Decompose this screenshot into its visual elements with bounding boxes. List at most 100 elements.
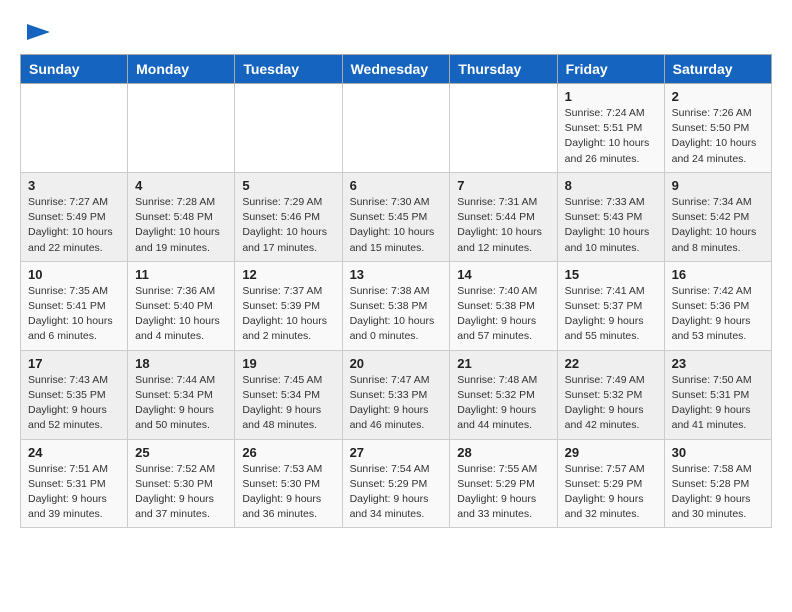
day-info: Sunrise: 7:24 AM Sunset: 5:51 PM Dayligh… xyxy=(565,107,650,165)
day-info: Sunrise: 7:28 AM Sunset: 5:48 PM Dayligh… xyxy=(135,196,220,254)
day-info: Sunrise: 7:29 AM Sunset: 5:46 PM Dayligh… xyxy=(242,196,327,254)
calendar-cell: 20 Sunrise: 7:47 AM Sunset: 5:33 PM Dayli… xyxy=(342,350,450,439)
day-info: Sunrise: 7:57 AM Sunset: 5:29 PM Dayligh… xyxy=(565,463,645,521)
day-info: Sunrise: 7:27 AM Sunset: 5:49 PM Dayligh… xyxy=(28,196,113,254)
day-number: 17 xyxy=(28,356,120,371)
calendar-cell: 5 Sunrise: 7:29 AM Sunset: 5:46 PM Daylig… xyxy=(235,172,342,261)
logo xyxy=(20,20,52,44)
calendar-cell xyxy=(21,84,128,173)
day-number: 26 xyxy=(242,445,334,460)
day-number: 8 xyxy=(565,178,657,193)
day-number: 5 xyxy=(242,178,334,193)
day-number: 19 xyxy=(242,356,334,371)
calendar-cell: 16Sunrise: 7:42 AM Sunset: 5:36 PM Dayli… xyxy=(664,261,771,350)
weekday-header-saturday: Saturday xyxy=(664,55,771,84)
calendar-cell: 24 Sunrise: 7:51 AM Sunset: 5:31 PM Dayli… xyxy=(21,439,128,528)
calendar-cell: 11 Sunrise: 7:36 AM Sunset: 5:40 PM Dayli… xyxy=(128,261,235,350)
day-info: Sunrise: 7:51 AM Sunset: 5:31 PM Dayligh… xyxy=(28,463,108,521)
day-number: 2 xyxy=(672,89,764,104)
day-info: Sunrise: 7:47 AM Sunset: 5:33 PM Dayligh… xyxy=(350,374,430,432)
day-number: 11 xyxy=(135,267,227,282)
day-number: 25 xyxy=(135,445,227,460)
day-info: Sunrise: 7:44 AM Sunset: 5:34 PM Dayligh… xyxy=(135,374,215,432)
day-info: Sunrise: 7:33 AM Sunset: 5:43 PM Dayligh… xyxy=(565,196,650,254)
day-number: 12 xyxy=(242,267,334,282)
weekday-header-thursday: Thursday xyxy=(450,55,557,84)
calendar-cell: 26 Sunrise: 7:53 AM Sunset: 5:30 PM Dayli… xyxy=(235,439,342,528)
day-number: 21 xyxy=(457,356,549,371)
day-number: 20 xyxy=(350,356,443,371)
day-info: Sunrise: 7:52 AM Sunset: 5:30 PM Dayligh… xyxy=(135,463,215,521)
calendar-cell xyxy=(235,84,342,173)
calendar-cell: 23 Sunrise: 7:50 AM Sunset: 5:31 PM Dayli… xyxy=(664,350,771,439)
day-number: 9 xyxy=(672,178,764,193)
day-info: Sunrise: 7:45 AM Sunset: 5:34 PM Dayligh… xyxy=(242,374,322,432)
calendar-cell xyxy=(342,84,450,173)
weekday-header-sunday: Sunday xyxy=(21,55,128,84)
day-info: Sunrise: 7:35 AM Sunset: 5:41 PM Dayligh… xyxy=(28,285,113,343)
calendar-cell: 10 Sunrise: 7:35 AM Sunset: 5:41 PM Dayli… xyxy=(21,261,128,350)
day-number: 30 xyxy=(672,445,764,460)
day-number: 16 xyxy=(672,267,764,282)
calendar-cell: 28 Sunrise: 7:55 AM Sunset: 5:29 PM Dayli… xyxy=(450,439,557,528)
day-number: 18 xyxy=(135,356,227,371)
calendar-cell: 25 Sunrise: 7:52 AM Sunset: 5:30 PM Dayli… xyxy=(128,439,235,528)
day-number: 15 xyxy=(565,267,657,282)
day-info: Sunrise: 7:31 AM Sunset: 5:44 PM Dayligh… xyxy=(457,196,542,254)
day-info: Sunrise: 7:48 AM Sunset: 5:32 PM Dayligh… xyxy=(457,374,537,432)
weekday-header-tuesday: Tuesday xyxy=(235,55,342,84)
day-info: Sunrise: 7:58 AM Sunset: 5:28 PM Dayligh… xyxy=(672,463,752,521)
calendar-cell: 6 Sunrise: 7:30 AM Sunset: 5:45 PM Daylig… xyxy=(342,172,450,261)
logo-flag-icon xyxy=(22,20,52,44)
weekday-header-monday: Monday xyxy=(128,55,235,84)
weekday-header-wednesday: Wednesday xyxy=(342,55,450,84)
day-number: 10 xyxy=(28,267,120,282)
day-number: 14 xyxy=(457,267,549,282)
day-number: 1 xyxy=(565,89,657,104)
day-number: 27 xyxy=(350,445,443,460)
calendar-cell: 27 Sunrise: 7:54 AM Sunset: 5:29 PM Dayli… xyxy=(342,439,450,528)
weekday-header-friday: Friday xyxy=(557,55,664,84)
day-number: 28 xyxy=(457,445,549,460)
day-number: 3 xyxy=(28,178,120,193)
calendar-cell: 13 Sunrise: 7:38 AM Sunset: 5:38 PM Dayli… xyxy=(342,261,450,350)
calendar-cell: 30 Sunrise: 7:58 AM Sunset: 5:28 PM Dayli… xyxy=(664,439,771,528)
day-info: Sunrise: 7:43 AM Sunset: 5:35 PM Dayligh… xyxy=(28,374,108,432)
calendar-cell xyxy=(450,84,557,173)
day-number: 6 xyxy=(350,178,443,193)
calendar-cell: 12Sunrise: 7:37 AM Sunset: 5:39 PM Dayli… xyxy=(235,261,342,350)
day-number: 4 xyxy=(135,178,227,193)
day-info: Sunrise: 7:50 AM Sunset: 5:31 PM Dayligh… xyxy=(672,374,752,432)
day-number: 22 xyxy=(565,356,657,371)
calendar-cell: 18 Sunrise: 7:44 AM Sunset: 5:34 PM Dayli… xyxy=(128,350,235,439)
day-info: Sunrise: 7:49 AM Sunset: 5:32 PM Dayligh… xyxy=(565,374,645,432)
day-info: Sunrise: 7:38 AM Sunset: 5:38 PM Dayligh… xyxy=(350,285,435,343)
calendar-cell: 29 Sunrise: 7:57 AM Sunset: 5:29 PM Dayli… xyxy=(557,439,664,528)
calendar-cell: 9Sunrise: 7:34 AM Sunset: 5:42 PM Daylig… xyxy=(664,172,771,261)
calendar: SundayMondayTuesdayWednesdayThursdayFrid… xyxy=(20,54,772,528)
calendar-cell: 1 Sunrise: 7:24 AM Sunset: 5:51 PM Daylig… xyxy=(557,84,664,173)
day-number: 7 xyxy=(457,178,549,193)
calendar-cell: 8 Sunrise: 7:33 AM Sunset: 5:43 PM Daylig… xyxy=(557,172,664,261)
day-info: Sunrise: 7:55 AM Sunset: 5:29 PM Dayligh… xyxy=(457,463,537,521)
day-info: Sunrise: 7:41 AM Sunset: 5:37 PM Dayligh… xyxy=(565,285,645,343)
day-number: 24 xyxy=(28,445,120,460)
calendar-cell xyxy=(128,84,235,173)
day-info: Sunrise: 7:26 AM Sunset: 5:50 PM Dayligh… xyxy=(672,107,757,165)
day-info: Sunrise: 7:54 AM Sunset: 5:29 PM Dayligh… xyxy=(350,463,430,521)
day-info: Sunrise: 7:36 AM Sunset: 5:40 PM Dayligh… xyxy=(135,285,220,343)
day-info: Sunrise: 7:53 AM Sunset: 5:30 PM Dayligh… xyxy=(242,463,322,521)
calendar-cell: 22 Sunrise: 7:49 AM Sunset: 5:32 PM Dayli… xyxy=(557,350,664,439)
day-number: 29 xyxy=(565,445,657,460)
day-info: Sunrise: 7:30 AM Sunset: 5:45 PM Dayligh… xyxy=(350,196,435,254)
calendar-cell: 15 Sunrise: 7:41 AM Sunset: 5:37 PM Dayli… xyxy=(557,261,664,350)
calendar-cell: 19 Sunrise: 7:45 AM Sunset: 5:34 PM Dayli… xyxy=(235,350,342,439)
calendar-cell: 3 Sunrise: 7:27 AM Sunset: 5:49 PM Daylig… xyxy=(21,172,128,261)
calendar-cell: 17 Sunrise: 7:43 AM Sunset: 5:35 PM Dayli… xyxy=(21,350,128,439)
day-info: Sunrise: 7:40 AM Sunset: 5:38 PM Dayligh… xyxy=(457,285,537,343)
day-number: 13 xyxy=(350,267,443,282)
day-number: 23 xyxy=(672,356,764,371)
calendar-cell: 2 Sunrise: 7:26 AM Sunset: 5:50 PM Daylig… xyxy=(664,84,771,173)
calendar-cell: 21 Sunrise: 7:48 AM Sunset: 5:32 PM Dayli… xyxy=(450,350,557,439)
header-area xyxy=(20,20,772,44)
